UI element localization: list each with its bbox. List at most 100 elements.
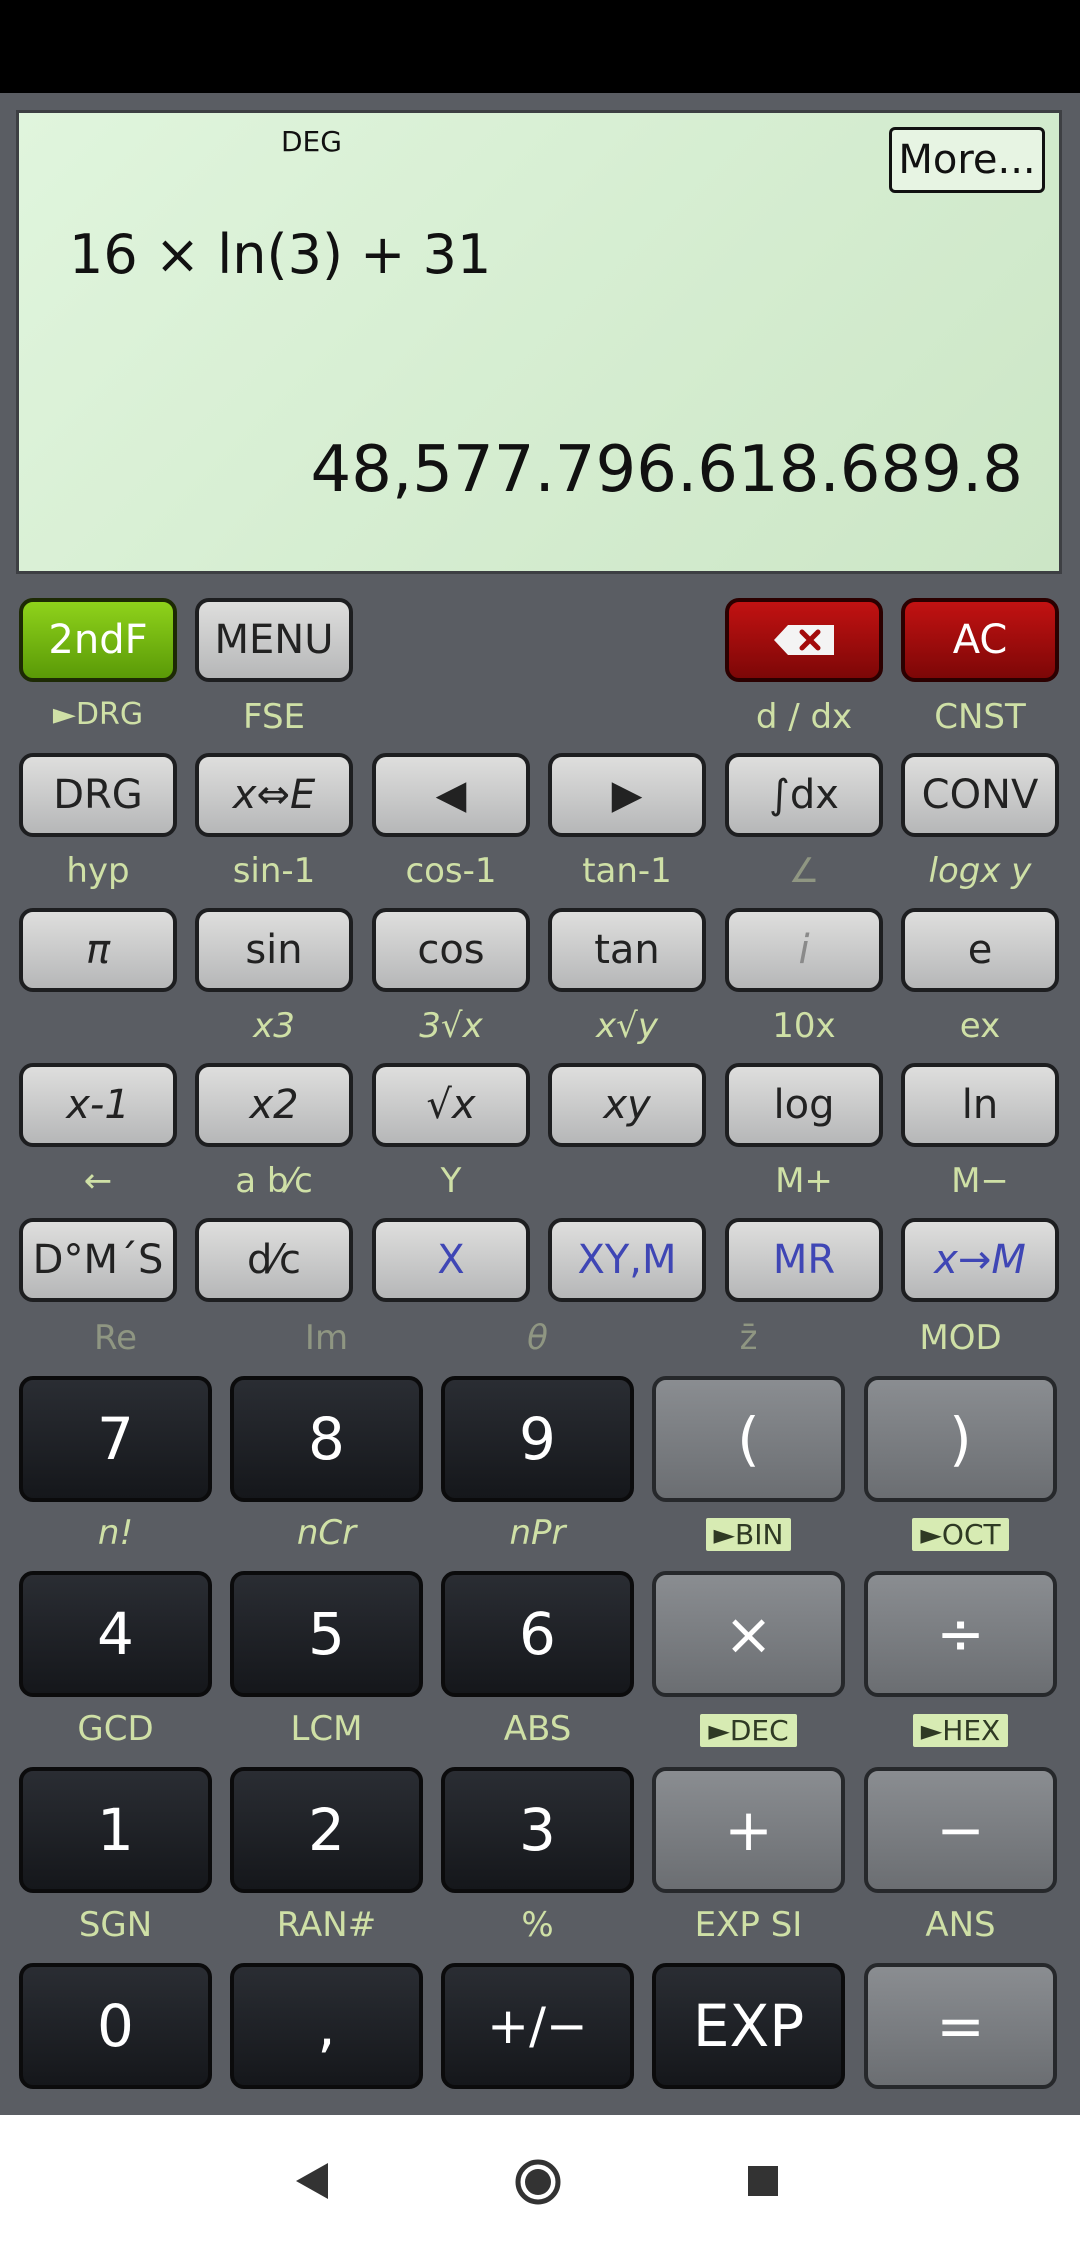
close-paren-button[interactable]: ) <box>864 1376 1057 1502</box>
label-to-dec-wrap: ►DEC <box>652 1714 845 1747</box>
label-mod: MOD <box>919 1318 1002 1358</box>
label-to-dec: ►DEC <box>700 1714 797 1747</box>
label-to-hex: ►HEX <box>912 1714 1009 1747</box>
label-y-variable: Y <box>440 1161 462 1201</box>
digit-8-button[interactable]: 8 <box>230 1376 423 1502</box>
second-function-button[interactable]: 2ndF <box>19 598 177 682</box>
conv-button[interactable]: CONV <box>901 753 1059 837</box>
label-arcsin: sin-1 <box>232 851 316 891</box>
imaginary-button[interactable]: i <box>725 908 883 992</box>
label-e-power: ex <box>959 1006 1001 1046</box>
label-log-base: logx y <box>928 851 1032 891</box>
label-cnst: CNST <box>934 697 1026 737</box>
label-factorial: n! <box>97 1513 134 1553</box>
label-to-oct: ►OCT <box>912 1518 1009 1551</box>
tan-button[interactable]: tan <box>548 908 706 992</box>
subtract-button[interactable]: − <box>864 1767 1057 1893</box>
nav-home-icon[interactable] <box>514 2158 562 2206</box>
label-to-drg: ►DRG <box>52 697 144 732</box>
sign-toggle-button[interactable]: +/− <box>441 1963 634 2089</box>
label-to-oct-wrap: ►OCT <box>864 1518 1057 1551</box>
label-real: Re <box>93 1318 137 1358</box>
pi-button[interactable]: π <box>19 908 177 992</box>
expression-display: 16 × ln(3) + 31 <box>69 223 492 286</box>
digit-7-button[interactable]: 7 <box>19 1376 212 1502</box>
label-fse: FSE <box>242 697 306 737</box>
log-button[interactable]: log <box>725 1063 883 1147</box>
label-ans: ANS <box>925 1905 996 1945</box>
label-abs: ABS <box>503 1709 572 1749</box>
exp-button[interactable]: EXP <box>652 1963 845 2089</box>
label-ten-power: 10x <box>772 1006 836 1046</box>
result-display: 48,577.796.618.689.8 <box>310 433 1024 507</box>
backspace-icon <box>774 625 834 655</box>
label-fraction: a b⁄c <box>235 1161 313 1201</box>
sin-button[interactable]: sin <box>195 908 353 992</box>
equals-button[interactable]: = <box>864 1963 1057 2089</box>
nav-back-icon[interactable] <box>292 2160 332 2202</box>
power-button[interactable]: xy <box>548 1063 706 1147</box>
label-arccos: cos-1 <box>405 851 497 891</box>
label-theta: θ <box>527 1318 548 1358</box>
more-button[interactable]: More... <box>889 127 1045 193</box>
label-lcm: LCM <box>290 1709 363 1749</box>
label-imag: Im <box>304 1318 349 1358</box>
angle-mode-indicator: DEG <box>281 125 342 158</box>
all-clear-button[interactable]: AC <box>901 598 1059 682</box>
label-random: RAN# <box>276 1905 377 1945</box>
xym-button[interactable]: XY,M <box>548 1218 706 1302</box>
store-memory-button[interactable]: x→M <box>901 1218 1059 1302</box>
digit-5-button[interactable]: 5 <box>230 1571 423 1697</box>
left-arrow-icon: ◀ <box>435 772 467 818</box>
drg-button[interactable]: DRG <box>19 753 177 837</box>
label-xth-root: x√y <box>596 1006 658 1046</box>
label-percent: % <box>521 1905 554 1945</box>
label-memory-plus: M+ <box>775 1161 833 1201</box>
memory-recall-button[interactable]: MR <box>725 1218 883 1302</box>
square-root-button[interactable]: √x <box>372 1063 530 1147</box>
fraction-button[interactable]: d⁄c <box>195 1218 353 1302</box>
label-back-arrow: ← <box>83 1161 113 1201</box>
label-conjugate: z̄ <box>739 1318 758 1358</box>
label-sgn: SGN <box>78 1905 153 1945</box>
e-constant-button[interactable]: e <box>901 908 1059 992</box>
digit-9-button[interactable]: 9 <box>441 1376 634 1502</box>
label-angle: ∠ <box>788 851 820 891</box>
label-cube-root: 3√x <box>419 1006 483 1046</box>
x-to-e-button[interactable]: x⇔E <box>195 753 353 837</box>
reciprocal-button[interactable]: x-1 <box>19 1063 177 1147</box>
right-arrow-icon: ▶ <box>611 772 643 818</box>
digit-6-button[interactable]: 6 <box>441 1571 634 1697</box>
label-hyp: hyp <box>66 851 130 891</box>
x-variable-button[interactable]: X <box>372 1218 530 1302</box>
menu-button[interactable]: MENU <box>195 598 353 682</box>
digit-0-button[interactable]: 0 <box>19 1963 212 2089</box>
digit-3-button[interactable]: 3 <box>441 1767 634 1893</box>
cos-button[interactable]: cos <box>372 908 530 992</box>
label-arctan: tan-1 <box>582 851 672 891</box>
nav-recents-icon[interactable] <box>747 2165 779 2197</box>
divide-button[interactable]: ÷ <box>864 1571 1057 1697</box>
dms-button[interactable]: D°M´S <box>19 1218 177 1302</box>
label-npr: nPr <box>509 1513 566 1553</box>
label-to-hex-wrap: ►HEX <box>864 1714 1057 1747</box>
system-navigation-bar <box>0 2115 1080 2246</box>
open-paren-button[interactable]: ( <box>652 1376 845 1502</box>
label-memory-minus: M− <box>951 1161 1009 1201</box>
multiply-button[interactable]: × <box>652 1571 845 1697</box>
add-button[interactable]: + <box>652 1767 845 1893</box>
digit-2-button[interactable]: 2 <box>230 1767 423 1893</box>
label-cube: x3 <box>253 1006 295 1046</box>
digit-4-button[interactable]: 4 <box>19 1571 212 1697</box>
label-to-bin-wrap: ►BIN <box>652 1518 845 1551</box>
ln-button[interactable]: ln <box>901 1063 1059 1147</box>
cursor-right-button[interactable]: ▶ <box>548 753 706 837</box>
label-ncr: nCr <box>296 1513 357 1553</box>
backspace-button[interactable] <box>725 598 883 682</box>
cursor-left-button[interactable]: ◀ <box>372 753 530 837</box>
integral-button[interactable]: ∫dx <box>725 753 883 837</box>
decimal-separator-button[interactable]: , <box>230 1963 423 2089</box>
square-button[interactable]: x2 <box>195 1063 353 1147</box>
label-gcd: GCD <box>77 1709 154 1749</box>
digit-1-button[interactable]: 1 <box>19 1767 212 1893</box>
